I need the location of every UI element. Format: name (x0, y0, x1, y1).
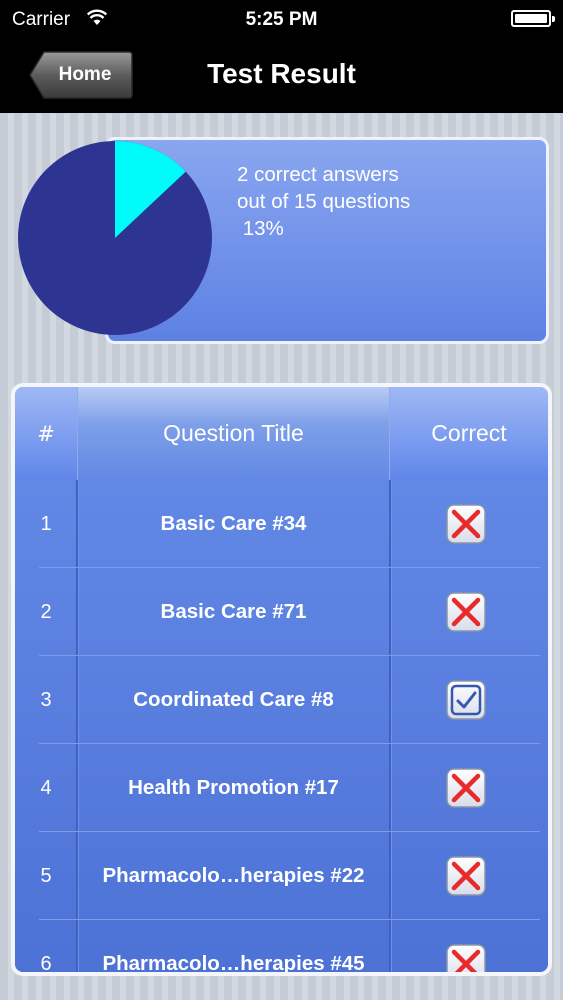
wrong-x-icon (446, 768, 486, 808)
table-body[interactable]: 1 Basic Care #34 2 Basic Care #71 3 Coordinat… (15, 480, 548, 972)
row-number: 2 (40, 600, 52, 623)
navigation-bar: Carrier 5:25 PM Home Test Result (0, 0, 563, 113)
summary-line-total: out of 15 questions (237, 190, 411, 213)
row-question-title: Health Promotion #17 (128, 776, 339, 799)
clock: 5:25 PM (245, 9, 318, 30)
score-pie-chart (18, 141, 212, 335)
wrong-x-icon (446, 592, 486, 632)
row-question-title: Coordinated Care #8 (133, 688, 334, 711)
row-question-title: Pharmacolo…herapies #45 (102, 952, 365, 972)
checkmark-icon (446, 680, 486, 720)
table-row[interactable]: 4 Health Promotion #17 (15, 744, 548, 832)
row-question-title: Pharmacolo…herapies #22 (102, 864, 365, 887)
wrong-x-icon (446, 856, 486, 896)
row-number: 4 (40, 776, 52, 799)
row-number: 1 (40, 512, 52, 535)
header-correct: Correct (431, 420, 507, 446)
table-row[interactable]: 6 Pharmacolo…herapies #45 (15, 920, 548, 972)
status-bar: Carrier 5:25 PM (0, 0, 563, 40)
table-row[interactable]: 2 Basic Care #71 (15, 568, 548, 656)
wrong-x-icon (446, 504, 486, 544)
row-question-title: Basic Care #34 (160, 512, 307, 535)
table-row[interactable]: 1 Basic Care #34 (15, 480, 548, 568)
results-table: # Question Title Correct 1 Basic Care #34… (11, 383, 552, 976)
battery-icon (511, 10, 555, 27)
summary-line-correct: 2 correct answers (237, 163, 399, 186)
table-header: # Question Title Correct (15, 387, 548, 480)
summary-line-percent: 13% (237, 217, 284, 240)
table-row[interactable]: 3 Coordinated Care #8 (15, 656, 548, 744)
header-number: # (37, 421, 55, 446)
row-number: 6 (40, 952, 52, 973)
row-question-title: Basic Care #71 (160, 600, 307, 623)
page-title: Test Result (207, 58, 356, 89)
summary-text: 2 correct answers out of 15 questions 13… (237, 161, 410, 242)
table-row[interactable]: 5 Pharmacolo…herapies #22 (15, 832, 548, 920)
row-number: 3 (40, 688, 52, 711)
header-question-title: Question Title (77, 387, 390, 480)
wrong-x-icon (446, 944, 486, 972)
row-number: 5 (40, 864, 52, 887)
